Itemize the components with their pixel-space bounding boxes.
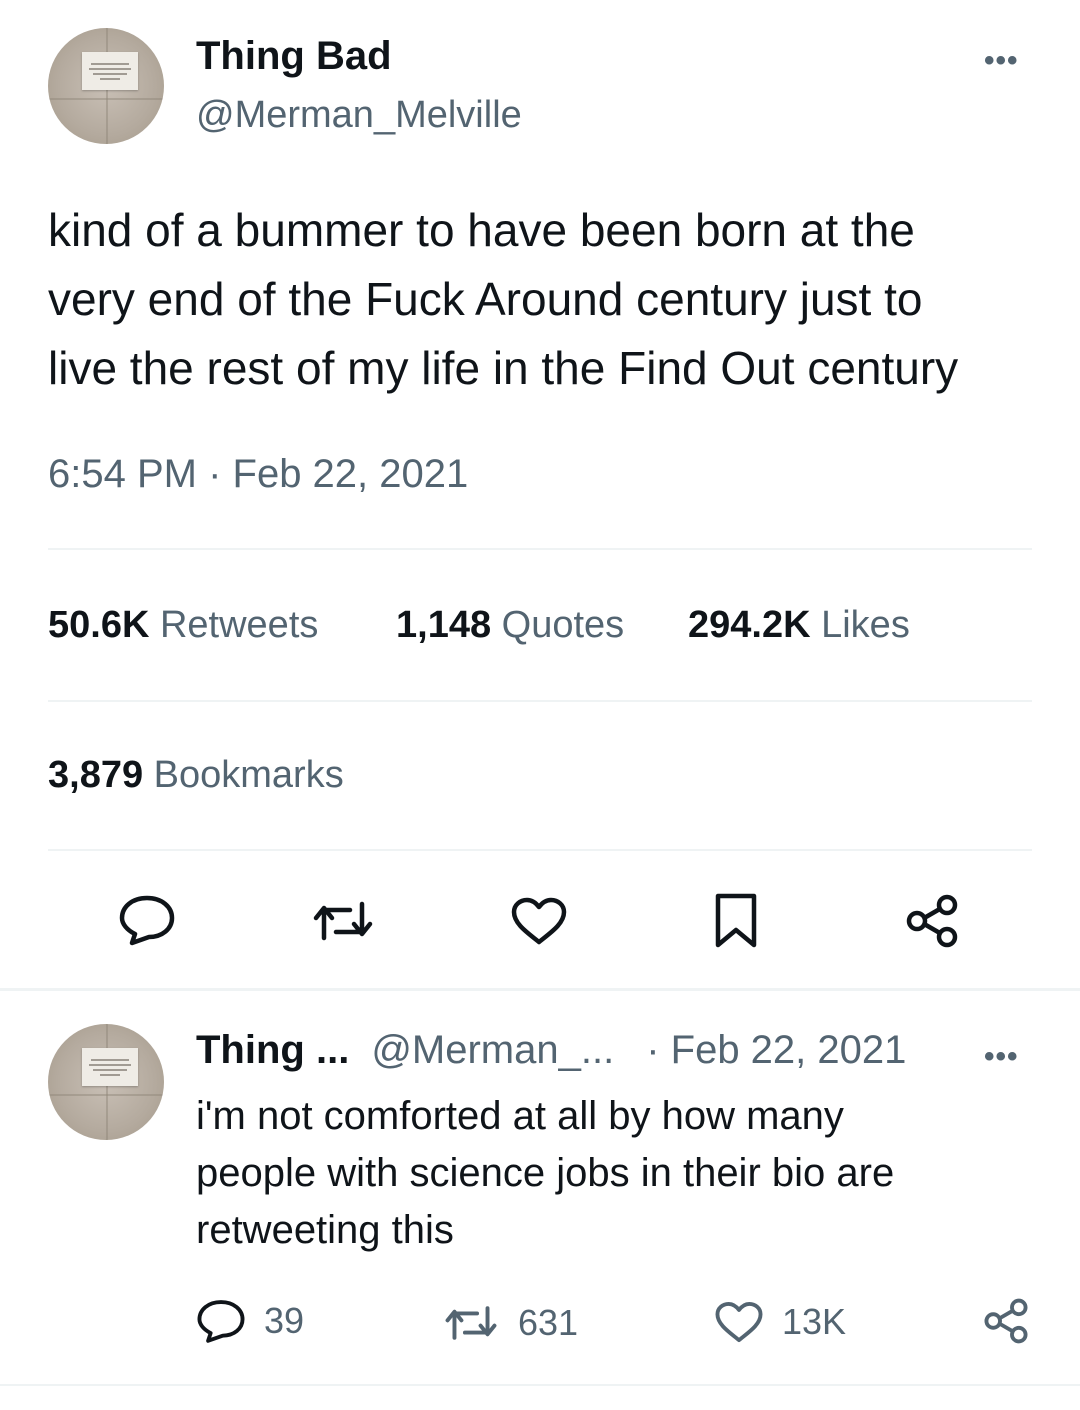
quotes-stat[interactable]: 1,148 Quotes: [396, 604, 624, 647]
retweets-label: Retweets: [159, 604, 319, 646]
retweets-count: 50.6K: [48, 604, 150, 646]
reply-author-avatar[interactable]: [48, 1024, 164, 1140]
reply-author-display-name[interactable]: Thing ...: [196, 1028, 349, 1073]
bookmarks-count: 3,879: [48, 754, 144, 796]
more-options-icon[interactable]: •••: [984, 44, 1019, 78]
reply-author-handle[interactable]: @Merman_...: [371, 1028, 614, 1073]
reply-date[interactable]: · Feb 22, 2021: [646, 1028, 906, 1073]
bookmark-button[interactable]: [712, 892, 760, 950]
reply-text-line: i'm not comforted at all by how many: [196, 1094, 844, 1138]
tweet-timestamp[interactable]: 6:54 PM · Feb 22, 2021: [48, 452, 468, 497]
share-icon: [906, 894, 958, 948]
reply-icon: [119, 895, 175, 946]
reply-text-line: people with science jobs in their bio ar…: [196, 1151, 895, 1195]
section-divider: [0, 988, 1080, 991]
retweet-icon: [313, 901, 373, 941]
like-count: 13K: [782, 1301, 847, 1342]
divider: [48, 849, 1032, 851]
retweet-icon: [445, 1306, 497, 1340]
reply-icon: [197, 1300, 245, 1343]
avatar-note-image: [82, 1048, 138, 1086]
quotes-count: 1,148: [396, 604, 492, 646]
bottom-divider: [0, 1384, 1080, 1386]
divider: [48, 700, 1032, 702]
tweet-text-line: kind of a bummer to have been born at th…: [48, 204, 915, 256]
like-icon: [511, 897, 567, 945]
bookmark-icon: [715, 893, 757, 948]
tweet-text-line: live the rest of my life in the Find Out…: [48, 342, 959, 394]
reply-like-button[interactable]: 13K: [714, 1300, 846, 1344]
reply-retweet-button[interactable]: 631: [442, 1302, 578, 1344]
reply-more-options-icon[interactable]: •••: [984, 1040, 1019, 1074]
reply-share-button[interactable]: [982, 1298, 1030, 1344]
likes-count: 294.2K: [688, 604, 811, 646]
author-display-name[interactable]: Thing Bad: [196, 34, 392, 79]
author-avatar[interactable]: [48, 28, 164, 144]
share-button[interactable]: [904, 894, 960, 948]
reply-header: Thing ... @Merman_... · Feb 22, 2021: [196, 1028, 906, 1073]
share-icon: [984, 1298, 1028, 1344]
likes-stat[interactable]: 294.2K Likes: [688, 604, 910, 647]
retweets-stat[interactable]: 50.6K Retweets: [48, 604, 318, 647]
like-button[interactable]: [510, 896, 568, 946]
author-handle[interactable]: @Merman_Melville: [196, 94, 522, 137]
reply-reply-button[interactable]: 39: [196, 1298, 304, 1344]
reply-text: i'm not comforted at all by how many peo…: [196, 1088, 1036, 1259]
reply-text-line: retweeting this: [196, 1208, 454, 1252]
like-icon: [715, 1301, 763, 1343]
quotes-label: Quotes: [501, 604, 625, 646]
likes-label: Likes: [821, 604, 910, 646]
bookmarks-label: Bookmarks: [153, 754, 344, 796]
retweet-button[interactable]: [310, 898, 376, 944]
retweet-count: 631: [518, 1302, 579, 1343]
bookmarks-stat[interactable]: 3,879 Bookmarks: [48, 754, 344, 797]
reply-button[interactable]: [118, 894, 176, 946]
tweet-text-line: very end of the Fuck Around century just…: [48, 273, 923, 325]
reply-count: 39: [264, 1300, 305, 1341]
tweet-text: kind of a bummer to have been born at th…: [48, 196, 1048, 403]
divider: [48, 548, 1032, 550]
avatar-note-image: [82, 52, 138, 90]
